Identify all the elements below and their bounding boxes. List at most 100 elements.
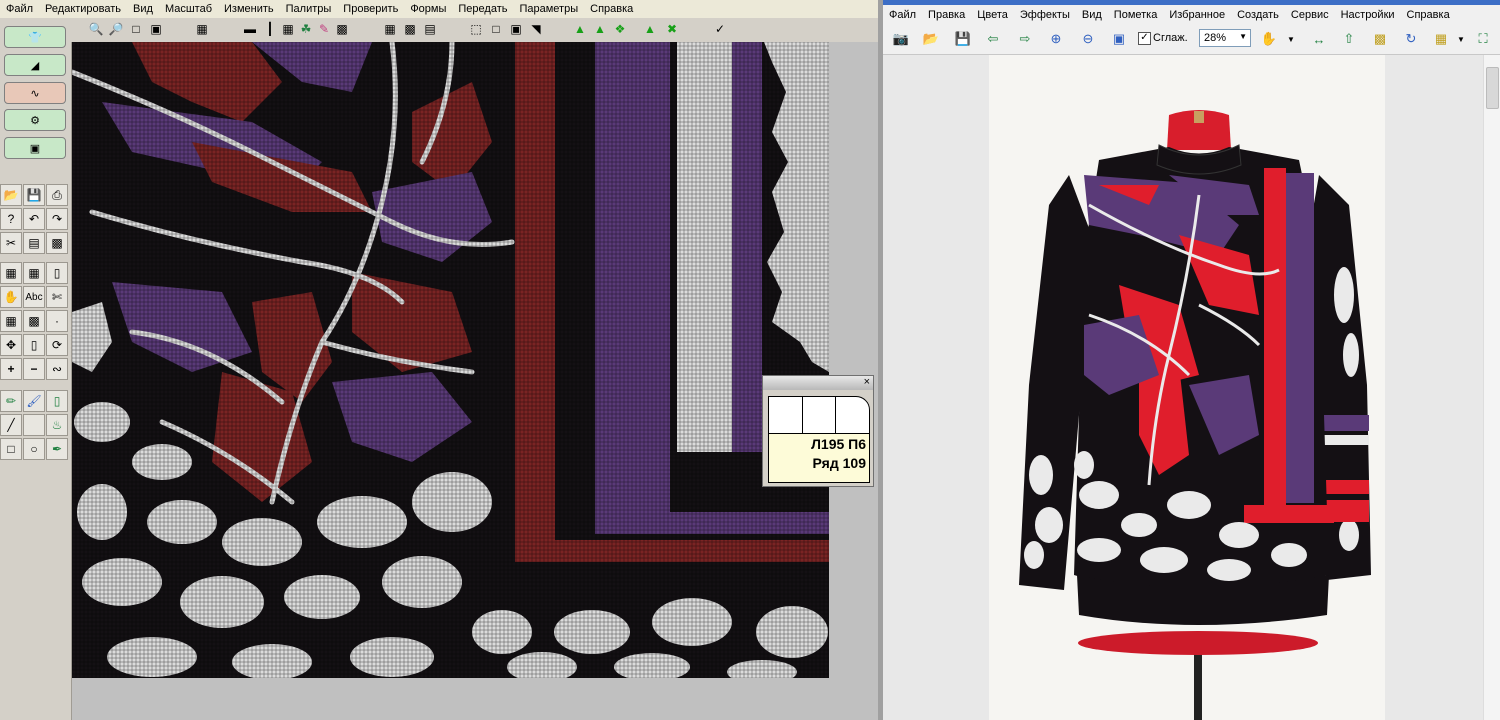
eyedropper-icon[interactable]: ✒: [46, 438, 68, 460]
move-icon[interactable]: ✥: [0, 334, 22, 356]
zoom-select[interactable]: 28% ▼: [1199, 29, 1251, 47]
knit-machine-icon[interactable]: ▦: [194, 21, 210, 37]
cut-icon[interactable]: ✂: [0, 232, 22, 254]
export-icon[interactable]: ⇧: [1339, 29, 1359, 49]
image-viewer[interactable]: [883, 55, 1500, 720]
viewer-menu-help[interactable]: Справка: [1401, 9, 1456, 21]
carriage-b-icon[interactable]: ▲: [592, 21, 608, 37]
select-corner-icon[interactable]: ◥: [528, 21, 544, 37]
ellipse-icon[interactable]: ○: [23, 438, 45, 460]
grid-view-icon[interactable]: ▦: [0, 262, 22, 284]
carriage-c-icon[interactable]: ❖: [612, 21, 628, 37]
zoom-window-icon[interactable]: ▣: [148, 21, 164, 37]
zoom-out-icon[interactable]: ⊖: [1078, 29, 1098, 49]
carriage-e-icon[interactable]: ✖: [664, 21, 680, 37]
smooth-checkbox[interactable]: ✓: [1138, 32, 1151, 45]
viewer-menu-colors[interactable]: Цвета: [971, 9, 1014, 21]
carriage-button[interactable]: ⚙: [4, 109, 66, 131]
close-icon[interactable]: ×: [864, 376, 870, 388]
page-icon[interactable]: ▯: [23, 334, 45, 356]
carriage-a-icon[interactable]: ▲: [572, 21, 588, 37]
grid-icon[interactable]: ▦: [280, 21, 296, 37]
viewer-menu-effects[interactable]: Эффекты: [1014, 9, 1076, 21]
zoom-in-icon[interactable]: 🔍: [88, 21, 104, 37]
menu-shapes[interactable]: Формы: [404, 3, 452, 15]
fullscreen-icon[interactable]: ⛶: [1473, 29, 1493, 49]
slideshow-icon[interactable]: ▦: [1431, 29, 1451, 49]
pattern-a-icon[interactable]: ▦: [0, 310, 22, 332]
fit-width-icon[interactable]: ↔: [1309, 29, 1329, 49]
select-move-icon[interactable]: ▣: [508, 21, 524, 37]
line-icon[interactable]: ╱: [0, 414, 22, 436]
camera-icon[interactable]: 📷: [891, 29, 911, 49]
zoom-in-icon[interactable]: ⊕: [1046, 29, 1066, 49]
help-icon[interactable]: ?: [0, 208, 22, 230]
check-icon[interactable]: ✓: [712, 21, 728, 37]
print-icon[interactable]: ⎙: [46, 184, 68, 206]
column-view-icon[interactable]: ▯: [46, 262, 68, 284]
slideshow-dropdown-icon[interactable]: ▼: [1451, 29, 1471, 49]
prev-image-icon[interactable]: ⇦: [983, 29, 1003, 49]
text-tool-icon[interactable]: Abc: [23, 286, 45, 308]
palette-grid-icon[interactable]: ▦: [382, 21, 398, 37]
save-icon[interactable]: 💾: [953, 29, 973, 49]
viewer-menu-settings[interactable]: Настройки: [1335, 9, 1401, 21]
select-box-icon[interactable]: □: [488, 21, 504, 37]
info-window-titlebar[interactable]: ×: [763, 376, 873, 390]
pan-dropdown-icon[interactable]: ▼: [1281, 29, 1301, 49]
rotate-icon[interactable]: ⟳: [46, 334, 68, 356]
menu-view[interactable]: Вид: [127, 3, 159, 15]
blank-tool-icon[interactable]: [23, 414, 45, 436]
grid-dots-icon[interactable]: ▩: [334, 21, 350, 37]
screen-button[interactable]: ▣: [4, 137, 66, 159]
pan-hand-icon[interactable]: ✋: [1259, 29, 1279, 49]
convert-icon[interactable]: ↻: [1401, 29, 1421, 49]
menu-help[interactable]: Справка: [584, 3, 639, 15]
viewer-menu-create[interactable]: Создать: [1231, 9, 1285, 21]
garment-shape-button[interactable]: 👕: [4, 26, 66, 48]
pattern-b-icon[interactable]: ▩: [23, 310, 45, 332]
next-image-icon[interactable]: ⇨: [1015, 29, 1035, 49]
menu-transfer[interactable]: Передать: [452, 3, 513, 15]
viewer-menu-favorites[interactable]: Избранное: [1163, 9, 1231, 21]
select-rect-icon[interactable]: ⬚: [468, 21, 484, 37]
viewer-menu-view[interactable]: Вид: [1076, 9, 1108, 21]
menu-scale[interactable]: Масштаб: [159, 3, 218, 15]
menu-file[interactable]: Файл: [0, 3, 39, 15]
fill-icon[interactable]: ♨: [46, 414, 68, 436]
zoom-out-icon[interactable]: 🔎: [108, 21, 124, 37]
ruler-icon[interactable]: ▬: [242, 21, 258, 37]
open-icon[interactable]: 📂: [0, 184, 22, 206]
menu-modify[interactable]: Изменить: [218, 3, 280, 15]
lasso-icon[interactable]: ∾: [46, 358, 68, 380]
viewer-scrollbar[interactable]: [1483, 55, 1500, 720]
needle-icon[interactable]: ┃: [262, 21, 278, 37]
paste-icon[interactable]: ▩: [46, 232, 68, 254]
scissors-tool-icon[interactable]: ✄: [46, 286, 68, 308]
carriage-d-icon[interactable]: ▲: [642, 21, 658, 37]
menu-edit[interactable]: Редактировать: [39, 3, 127, 15]
palette-table-icon[interactable]: ▩: [402, 21, 418, 37]
viewer-menu-service[interactable]: Сервис: [1285, 9, 1335, 21]
minus-icon[interactable]: −: [23, 358, 45, 380]
viewer-menu-edit[interactable]: Правка: [922, 9, 971, 21]
knitting-pattern-canvas[interactable]: [72, 42, 829, 678]
brush-icon[interactable]: 🖌: [23, 390, 45, 412]
yarn-icon[interactable]: ☘: [298, 21, 314, 37]
slope-button[interactable]: ◢: [4, 54, 66, 76]
zoom-fit-icon[interactable]: □: [128, 21, 144, 37]
table-view-icon[interactable]: ▦: [23, 262, 45, 284]
plus-icon[interactable]: +: [0, 358, 22, 380]
scrollbar-thumb[interactable]: [1486, 67, 1499, 109]
eraser-icon[interactable]: ▯: [46, 390, 68, 412]
color-chart-icon[interactable]: ▤: [422, 21, 438, 37]
hand-icon[interactable]: ✋: [0, 286, 22, 308]
open-folder-icon[interactable]: 📂: [921, 29, 941, 49]
redo-icon[interactable]: ↷: [46, 208, 68, 230]
rectangle-icon[interactable]: □: [0, 438, 22, 460]
viewer-menu-mark[interactable]: Пометка: [1108, 9, 1164, 21]
save-icon[interactable]: 💾: [23, 184, 45, 206]
copy-icon[interactable]: ▤: [23, 232, 45, 254]
viewer-menu-file[interactable]: Файл: [883, 9, 922, 21]
dot-icon[interactable]: ·: [46, 310, 68, 332]
